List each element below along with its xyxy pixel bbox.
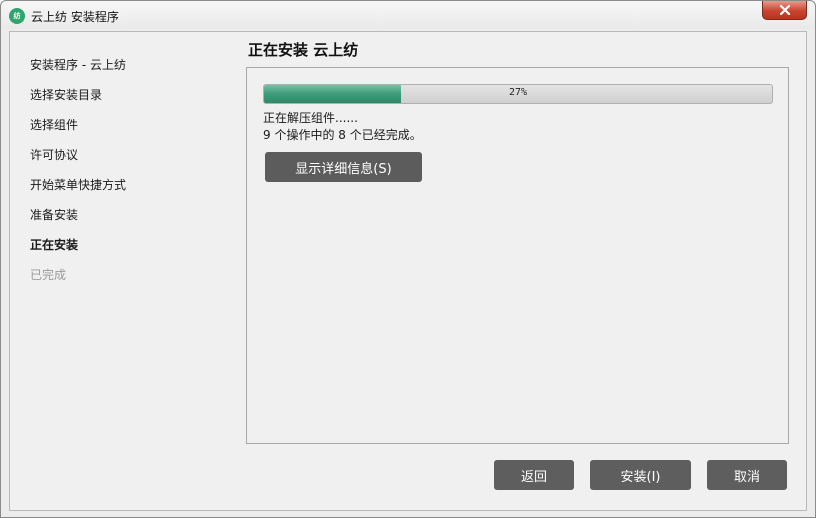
step-item-start-menu: 开始菜单快捷方式 (30, 178, 127, 192)
app-icon: 纺 (9, 8, 25, 24)
install-panel: 27% 正在解压组件...... 9 个操作中的 8 个已经完成。 显示详细信息… (246, 67, 789, 444)
operation-count-text: 9 个操作中的 8 个已经完成。 (263, 128, 422, 142)
back-button[interactable]: 返回 (494, 460, 574, 490)
client-area: 安装程序 - 云上纺 选择安装目录 选择组件 许可协议 开始菜单快捷方式 准备安… (9, 31, 807, 511)
step-item-intro: 安装程序 - 云上纺 (30, 58, 126, 72)
cancel-button[interactable]: 取消 (707, 460, 787, 490)
progress-percent: 27% (508, 87, 528, 98)
page-title: 正在安装 云上纺 (248, 41, 359, 59)
show-details-button[interactable]: 显示详细信息(S) (265, 152, 422, 182)
progress-bar: 27% (263, 84, 773, 104)
wizard-steps: 安装程序 - 云上纺 选择安装目录 选择组件 许可协议 开始菜单快捷方式 准备安… (30, 57, 126, 297)
installer-window: 纺 云上纺 安装程序 安装程序 - 云上纺 选择安装目录 选择组件 许可协议 开… (0, 0, 816, 518)
title-bar[interactable]: 纺 云上纺 安装程序 (1, 1, 815, 29)
step-item-finished: 已完成 (30, 268, 67, 282)
step-item-directory: 选择安装目录 (30, 88, 103, 102)
step-item-components: 选择组件 (30, 118, 79, 132)
step-item-installing: 正在安装 (30, 238, 79, 252)
window-title: 云上纺 安装程序 (31, 10, 119, 24)
close-button[interactable] (762, 1, 807, 20)
status-text: 正在解压组件...... (263, 111, 358, 125)
step-item-license: 许可协议 (30, 148, 79, 162)
install-button[interactable]: 安装(I) (590, 460, 691, 490)
step-item-ready: 准备安装 (30, 208, 79, 222)
close-icon (779, 5, 790, 15)
